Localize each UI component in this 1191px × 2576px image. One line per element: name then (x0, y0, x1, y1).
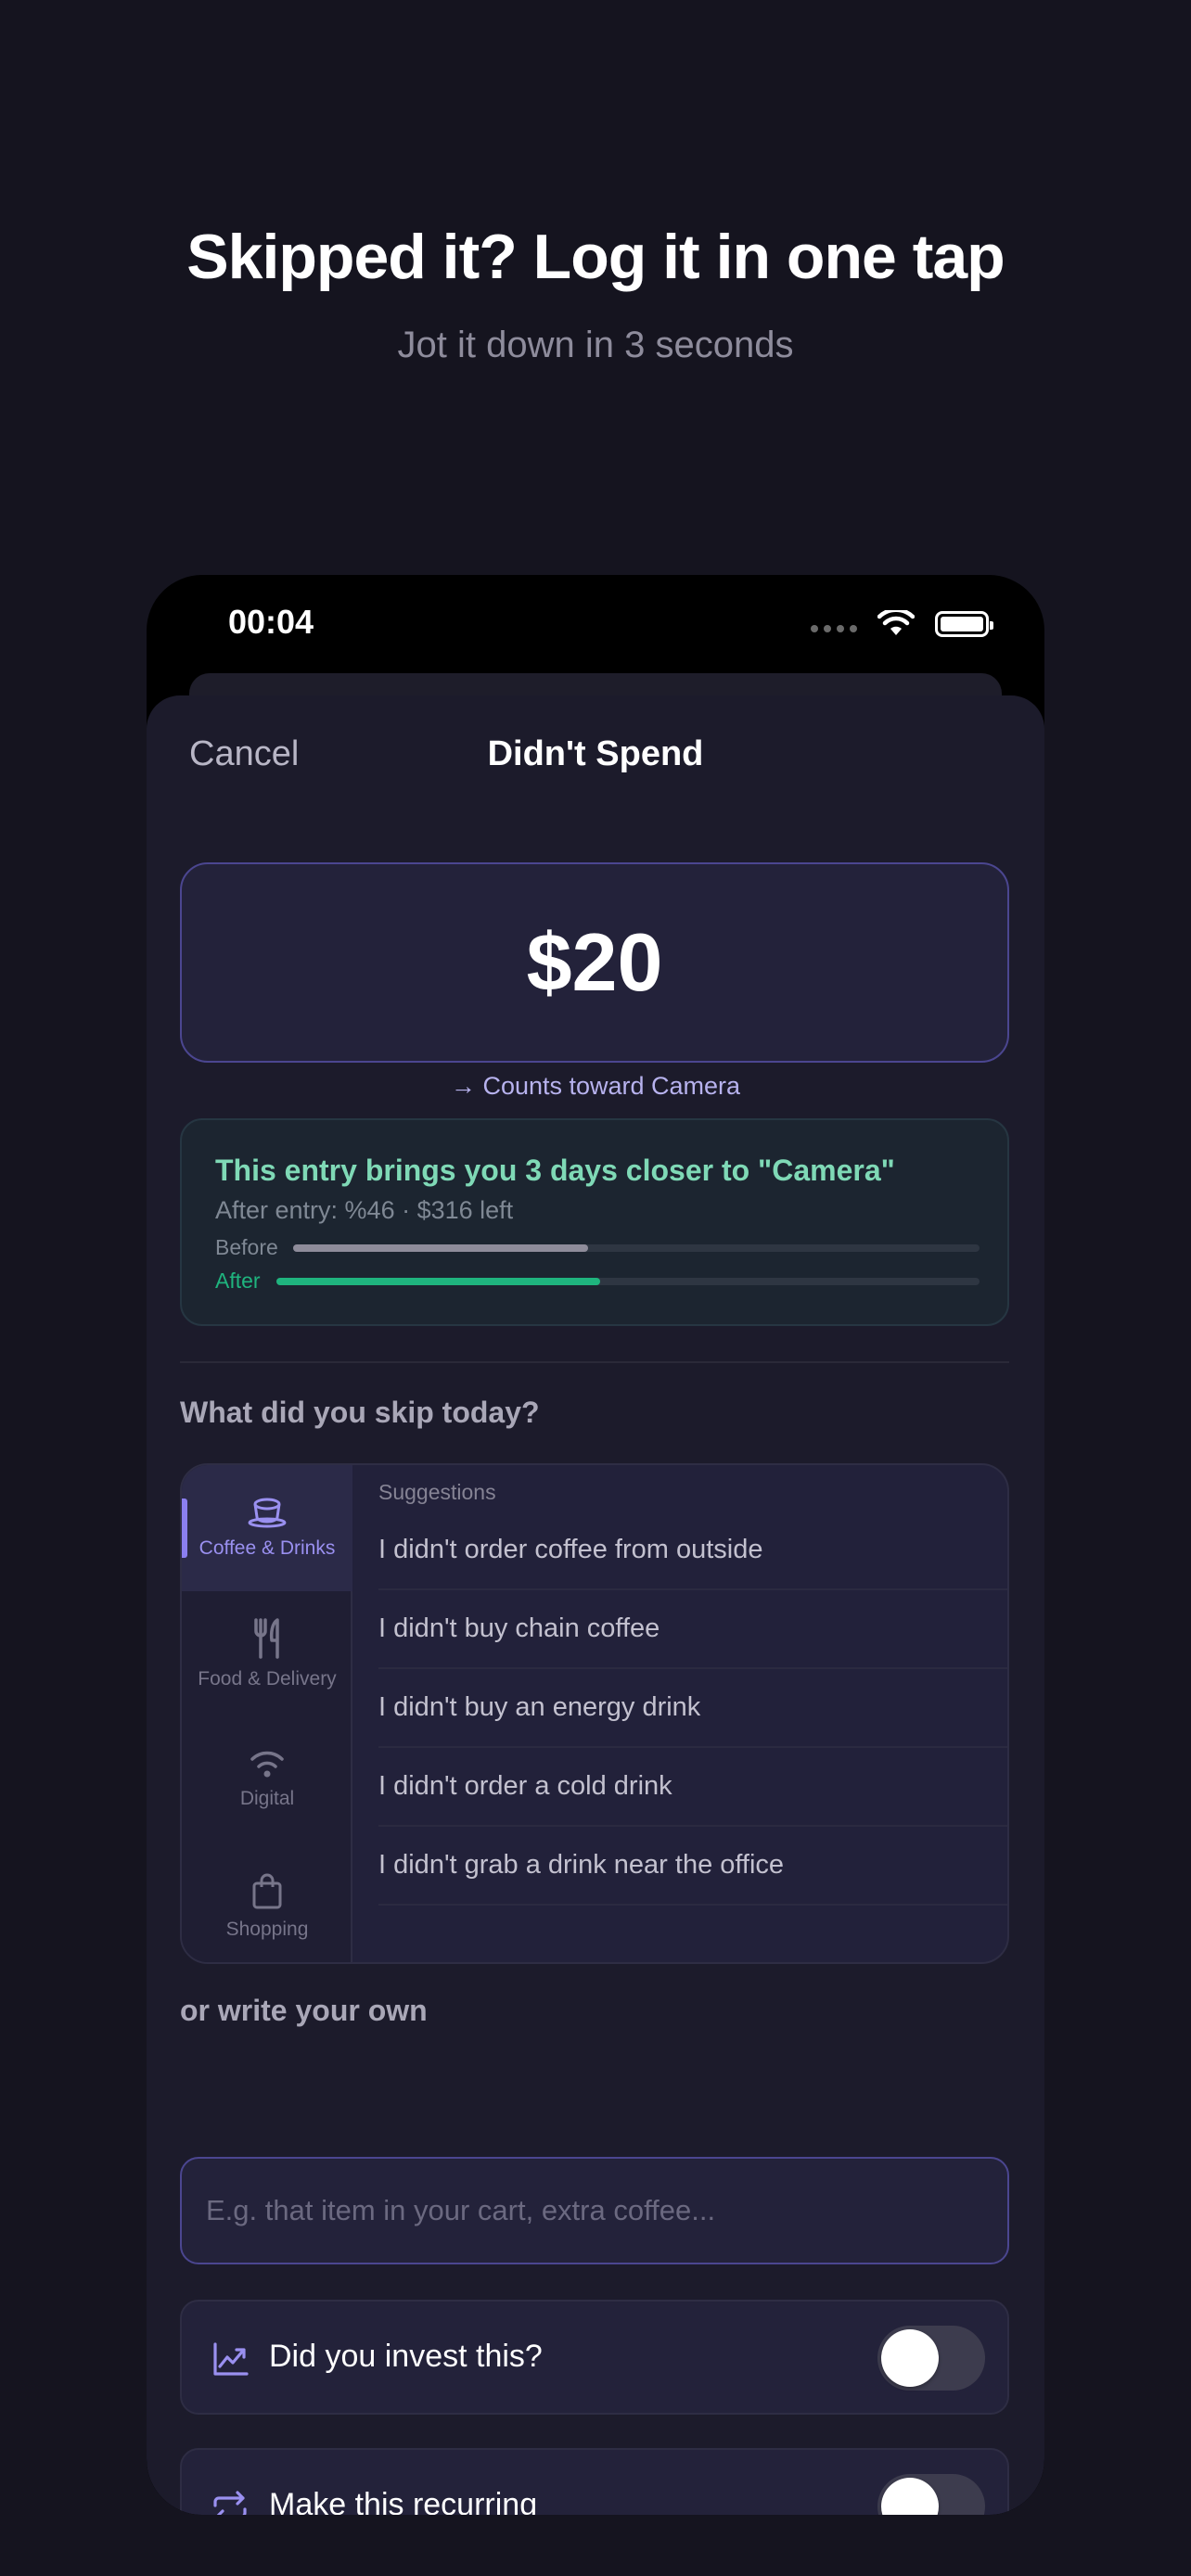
shopping-bag-icon (252, 1873, 282, 1909)
divider (180, 1361, 1009, 1363)
invest-toggle-row: Did you invest this? (180, 2300, 1009, 2415)
skip-section-label: What did you skip today? (180, 1396, 540, 1429)
progress-subtitle: After entry: %46 · $316 left (215, 1196, 514, 1224)
amount-field[interactable]: $20 (180, 862, 1009, 1063)
category-shopping[interactable]: Shopping (182, 1843, 352, 1962)
category-label: Digital (239, 1788, 295, 1809)
sheet-title: Didn't Spend (487, 734, 704, 773)
category-coffee-drinks[interactable]: Coffee & Drinks (182, 1465, 352, 1591)
skip-picker: Coffee & Drinks Food & Delivery Digital … (180, 1463, 1009, 1964)
repeat-icon (213, 2491, 247, 2515)
category-label: Food & Delivery (198, 1668, 337, 1690)
signal-dots-icon (811, 625, 857, 632)
suggestion-item[interactable]: I didn't order a cold drink (378, 1748, 1007, 1827)
suggestion-item[interactable]: I didn't grab a drink near the office (378, 1827, 1007, 1906)
progress-title: This entry brings you 3 days closer to "… (215, 1154, 895, 1187)
suggestions-header: Suggestions (378, 1480, 496, 1504)
category-label: Coffee & Drinks (198, 1537, 336, 1559)
after-progress-bar (276, 1278, 980, 1285)
invest-toggle-switch[interactable] (877, 2326, 985, 2391)
recurring-toggle-row: Make this recurring (180, 2448, 1009, 2515)
suggestion-item[interactable]: I didn't buy an energy drink (378, 1669, 1007, 1748)
subheadline: Jot it down in 3 seconds (397, 325, 794, 365)
battery-icon (935, 611, 993, 637)
wifi-status-icon (877, 610, 915, 635)
invest-toggle-label: Did you invest this? (269, 2339, 543, 2374)
goal-progress-card: This entry brings you 3 days closer to "… (180, 1118, 1009, 1326)
suggestion-item[interactable]: I didn't buy chain coffee (378, 1590, 1007, 1669)
before-progress-fill (293, 1244, 589, 1252)
suggestion-item[interactable]: I didn't order coffee from outside (378, 1511, 1007, 1590)
before-label: Before (215, 1235, 278, 1259)
recurring-toggle-label: Make this recurring (269, 2487, 538, 2515)
category-digital[interactable]: Digital (182, 1717, 352, 1843)
recurring-toggle-switch[interactable] (877, 2474, 985, 2515)
category-food-delivery[interactable]: Food & Delivery (182, 1591, 352, 1717)
wifi-icon (250, 1751, 284, 1778)
after-label: After (215, 1269, 261, 1293)
category-column: Coffee & Drinks Food & Delivery Digital … (182, 1465, 352, 1962)
after-progress-fill (276, 1278, 600, 1285)
status-icons (811, 610, 993, 638)
fork-knife-icon (254, 1618, 279, 1659)
own-section-label: or write your own (180, 1994, 428, 2027)
didnt-spend-sheet: Cancel Didn't Spend $20 → Counts toward … (147, 695, 1044, 2515)
phone-frame: 00:04 Cancel Didn't Spend $20 → Counts t… (147, 575, 1044, 2515)
own-skip-input[interactable]: E.g. that item in your cart, extra coffe… (180, 2157, 1009, 2264)
status-time: 00:04 (228, 603, 314, 641)
before-progress-bar (293, 1244, 980, 1252)
counts-toward-goal: → Counts toward Camera (450, 1072, 741, 1100)
coffee-cup-icon (248, 1498, 287, 1528)
headline: Skipped it? Log it in one tap (186, 222, 1005, 292)
chart-line-icon (213, 2342, 249, 2376)
category-label: Shopping (225, 1919, 309, 1940)
amount-value: $20 (526, 916, 663, 1008)
